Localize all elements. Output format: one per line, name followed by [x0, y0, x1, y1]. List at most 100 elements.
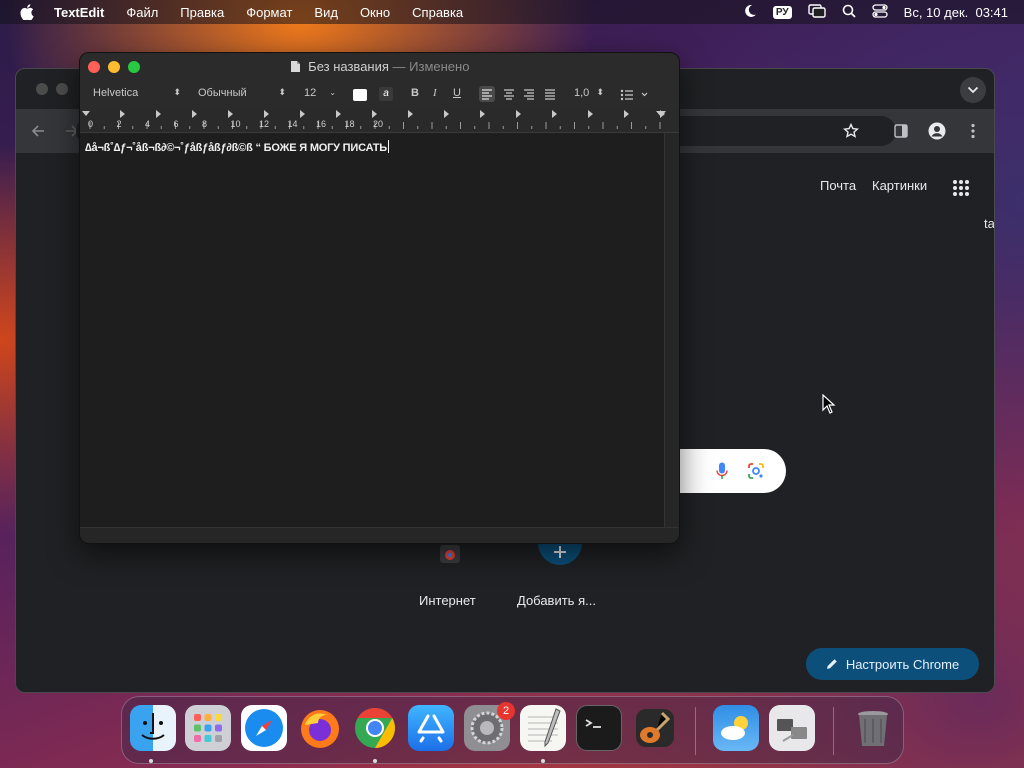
- tab-stop-marker[interactable]: [624, 110, 629, 118]
- indent-marker[interactable]: [82, 111, 90, 116]
- title-separator: —: [392, 59, 406, 74]
- menu-extras: РУ Вс, 10 дек. 03:41: [743, 0, 1008, 24]
- screen-mirroring-icon[interactable]: [807, 3, 826, 21]
- underline-button[interactable]: U: [453, 87, 461, 99]
- textedit-titlebar[interactable]: Без названия — Изменено: [80, 53, 679, 81]
- google-lens-icon[interactable]: [747, 462, 765, 485]
- horizontal-scrollbar[interactable]: [80, 527, 679, 543]
- firefox-icon[interactable]: [297, 705, 343, 751]
- font-size-select[interactable]: 12 ⌄: [304, 87, 336, 99]
- tab-stop-marker[interactable]: [480, 110, 485, 118]
- bookmark-star-icon[interactable]: [842, 122, 860, 144]
- google-apps-icon[interactable]: [952, 179, 970, 197]
- document-area[interactable]: ∆å¬ß˚∆ƒ¬˚åß¬ß∂©¬˚ƒåßƒåßƒ∂ß©ß “ БОЖЕ Я МО…: [80, 133, 666, 529]
- tab-stop-marker[interactable]: [516, 110, 521, 118]
- tab-stop-marker[interactable]: [408, 110, 413, 118]
- italic-button[interactable]: I: [433, 87, 437, 99]
- format-bar: Helvetica ⬍ Обычный ⬍ 12 ⌄ a B I U 1,0 ⬍: [80, 81, 679, 109]
- kebab-menu-icon[interactable]: [971, 123, 975, 144]
- garageband-icon[interactable]: [632, 705, 678, 751]
- search-icon[interactable]: [842, 4, 856, 21]
- document-name: Без названия: [308, 59, 389, 74]
- weather-icon[interactable]: [713, 705, 759, 751]
- safari-icon[interactable]: [241, 705, 287, 751]
- document-icon: [290, 60, 301, 76]
- menu-view[interactable]: Вид: [314, 5, 338, 20]
- shortcut-internet-tile[interactable]: [436, 543, 464, 565]
- plus-icon: [554, 546, 566, 558]
- moon-icon[interactable]: [743, 4, 757, 21]
- voice-search-icon[interactable]: [716, 462, 728, 485]
- ruler-label: 10: [230, 119, 241, 129]
- align-right-button[interactable]: [521, 86, 537, 105]
- menu-help[interactable]: Справка: [412, 5, 463, 20]
- line-spacing-select[interactable]: 1,0 ⬍: [574, 87, 604, 99]
- finder-icon[interactable]: [130, 705, 176, 751]
- clock[interactable]: Вс, 10 дек. 03:41: [904, 5, 1008, 20]
- tab-stop-marker[interactable]: [336, 110, 341, 118]
- chrome-icon[interactable]: [352, 705, 398, 751]
- back-arrow-icon[interactable]: [30, 123, 46, 144]
- stepper-icon: ⬍: [596, 87, 604, 97]
- tab-stop-marker[interactable]: [300, 110, 305, 118]
- align-left-button[interactable]: [479, 86, 495, 102]
- tab-stop-marker[interactable]: [588, 110, 593, 118]
- apple-icon[interactable]: [18, 3, 36, 21]
- justify-button[interactable]: [542, 86, 558, 105]
- bold-button[interactable]: B: [411, 87, 419, 99]
- ruler-label: 6: [173, 119, 179, 129]
- profile-avatar-icon[interactable]: [928, 122, 946, 145]
- text-color-well[interactable]: [353, 89, 367, 101]
- menu-window[interactable]: Окно: [360, 5, 390, 20]
- shortcut-add-label[interactable]: Добавить я...: [517, 593, 596, 608]
- tab-stop-marker[interactable]: [444, 110, 449, 118]
- vertical-scrollbar[interactable]: [664, 133, 679, 529]
- ruler-label: 12: [259, 119, 270, 129]
- font-size-value: 12: [304, 87, 317, 99]
- font-style-select[interactable]: Обычный ⬍: [198, 87, 286, 99]
- input-source-badge[interactable]: РУ: [772, 5, 792, 19]
- font-family-select[interactable]: Helvetica ⬍: [93, 87, 181, 99]
- tab-stop-marker[interactable]: [192, 110, 197, 118]
- tab-search-button[interactable]: [960, 77, 986, 103]
- document-content: ∆å¬ß˚∆ƒ¬˚åß¬ß∂©¬˚ƒåßƒåßƒ∂ß©ß “ БОЖЕ Я МО…: [85, 142, 387, 154]
- textedit-icon[interactable]: [520, 705, 566, 751]
- customize-chrome-button[interactable]: Настроить Chrome: [806, 648, 979, 680]
- ruler-label: 4: [145, 119, 151, 129]
- launchpad-icon[interactable]: [185, 705, 231, 751]
- ruler[interactable]: 0 2 4 6 8 10 12 14 16 18 20: [80, 109, 679, 133]
- list-style-select[interactable]: [620, 88, 650, 102]
- ruler-label: 2: [116, 119, 122, 129]
- app-store-icon[interactable]: [408, 705, 454, 751]
- menu-file[interactable]: Файл: [126, 5, 158, 20]
- align-center-icon: [504, 89, 514, 100]
- menu-format[interactable]: Формат: [246, 5, 292, 20]
- shortcut-internet-label[interactable]: Интернет: [419, 593, 476, 608]
- trash-icon[interactable]: [850, 705, 896, 751]
- menu-app-name[interactable]: TextEdit: [54, 5, 104, 20]
- mouse-cursor-icon: [822, 393, 836, 419]
- ruler-label: 8: [202, 119, 208, 129]
- align-center-button[interactable]: [501, 86, 517, 105]
- migration-assistant-icon[interactable]: [769, 705, 815, 751]
- tab-stop-marker[interactable]: [552, 110, 557, 118]
- chrome-minimize-button[interactable]: [56, 83, 68, 95]
- justify-icon: [545, 89, 555, 100]
- tab-stop-marker[interactable]: [156, 110, 161, 118]
- tab-stop-marker[interactable]: [372, 110, 377, 118]
- window-title: Без названия — Изменено: [80, 59, 679, 76]
- gmail-link[interactable]: Почта: [820, 178, 856, 193]
- chrome-close-button[interactable]: [36, 83, 48, 95]
- tab-stop-marker[interactable]: [264, 110, 269, 118]
- tab-stop-marker[interactable]: [228, 110, 233, 118]
- control-center-icon[interactable]: [872, 3, 888, 21]
- tab-stop-marker[interactable]: [120, 110, 125, 118]
- menu-edit[interactable]: Правка: [180, 5, 224, 20]
- highlight-color-icon[interactable]: a: [379, 87, 393, 101]
- running-indicator: [149, 759, 153, 763]
- side-panel-icon[interactable]: [894, 124, 908, 143]
- chevron-down-icon: ⌄: [329, 88, 336, 97]
- images-link[interactable]: Картинки: [872, 178, 927, 193]
- terminal-icon[interactable]: [576, 705, 622, 751]
- document-text[interactable]: ∆å¬ß˚∆ƒ¬˚åß¬ß∂©¬˚ƒåßƒåßƒ∂ß©ß “ БОЖЕ Я МО…: [85, 140, 389, 154]
